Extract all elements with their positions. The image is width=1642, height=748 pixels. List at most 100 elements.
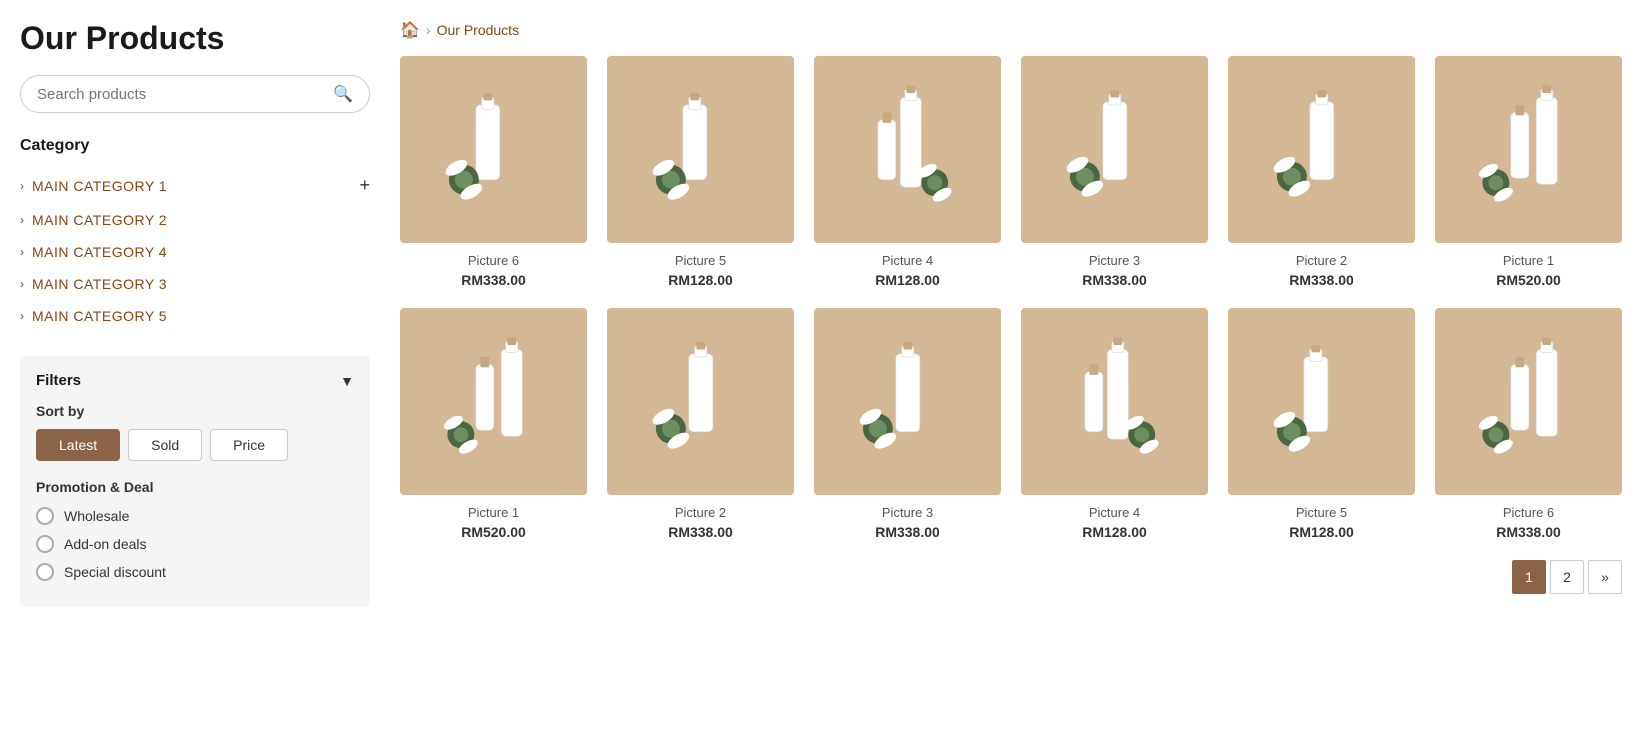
- category-label: MAIN CATEGORY 1: [32, 178, 167, 194]
- product-image-p3: [1021, 56, 1208, 243]
- product-price-p6b: RM338.00: [1435, 524, 1622, 540]
- product-card-p6[interactable]: Picture 6 RM338.00: [400, 56, 587, 288]
- chevron-icon: ›: [20, 213, 24, 227]
- page-1-button[interactable]: 1: [1512, 560, 1546, 594]
- products-grid-row1: Picture 6 RM338.00 Picture 5 RM: [400, 56, 1622, 288]
- main-content: 🏠 › Our Products Picture: [400, 20, 1622, 607]
- product-name-p6: Picture 6: [400, 253, 587, 268]
- breadcrumb-current: Our Products: [437, 22, 519, 38]
- pagination: 1 2 »: [400, 560, 1622, 594]
- plus-icon[interactable]: +: [359, 175, 370, 196]
- product-image-p6b: [1435, 308, 1622, 495]
- product-name-p4b: Picture 4: [1021, 505, 1208, 520]
- sidebar-item-cat4[interactable]: › MAIN CATEGORY 4: [20, 236, 370, 268]
- radio-wholesale[interactable]: [36, 507, 54, 525]
- chevron-icon: ›: [20, 179, 24, 193]
- sort-price-button[interactable]: Price: [210, 429, 288, 461]
- product-name-p3b: Picture 3: [814, 505, 1001, 520]
- product-price-p1: RM520.00: [1435, 272, 1622, 288]
- sidebar-item-cat1[interactable]: › MAIN CATEGORY 1 +: [20, 167, 370, 204]
- radio-special[interactable]: [36, 563, 54, 581]
- product-image-p1: [1435, 56, 1622, 243]
- product-image-p6: [400, 56, 587, 243]
- product-name-p6b: Picture 6: [1435, 505, 1622, 520]
- product-card-p3[interactable]: Picture 3 RM338.00: [1021, 56, 1208, 288]
- product-image-p5: [607, 56, 794, 243]
- product-price-p2b: RM338.00: [607, 524, 794, 540]
- sidebar-item-cat2[interactable]: › MAIN CATEGORY 2: [20, 204, 370, 236]
- product-name-p1: Picture 1: [1435, 253, 1622, 268]
- product-price-p6: RM338.00: [400, 272, 587, 288]
- product-image-p4b: [1021, 308, 1208, 495]
- category-section: Category › MAIN CATEGORY 1 + › MAIN CATE…: [20, 137, 370, 332]
- product-name-p5: Picture 5: [607, 253, 794, 268]
- promo-addon-label: Add-on deals: [64, 536, 147, 552]
- sort-by-label: Sort by: [36, 403, 354, 419]
- filter-icon[interactable]: ▼: [340, 373, 354, 389]
- promo-special[interactable]: Special discount: [36, 563, 354, 581]
- sidebar-item-cat3[interactable]: › MAIN CATEGORY 3: [20, 268, 370, 300]
- product-image-p2: [1228, 56, 1415, 243]
- breadcrumb-separator: ›: [426, 22, 431, 38]
- product-price-p3b: RM338.00: [814, 524, 1001, 540]
- product-name-p4: Picture 4: [814, 253, 1001, 268]
- category-title: Category: [20, 137, 370, 155]
- breadcrumb: 🏠 › Our Products: [400, 20, 1622, 40]
- radio-addon[interactable]: [36, 535, 54, 553]
- product-card-p1b[interactable]: Picture 1 RM520.00: [400, 308, 587, 540]
- product-card-p4[interactable]: Picture 4 RM128.00: [814, 56, 1001, 288]
- page-2-button[interactable]: 2: [1550, 560, 1584, 594]
- product-card-p2[interactable]: Picture 2 RM338.00: [1228, 56, 1415, 288]
- filters-header: Filters ▼: [36, 372, 354, 389]
- product-name-p1b: Picture 1: [400, 505, 587, 520]
- product-image-p1b: [400, 308, 587, 495]
- sidebar: Our Products 🔍 Category › MAIN CATEGORY …: [20, 20, 400, 607]
- product-image-p3b: [814, 308, 1001, 495]
- product-card-p3b[interactable]: Picture 3 RM338.00: [814, 308, 1001, 540]
- page-title: Our Products: [20, 20, 370, 57]
- product-name-p3: Picture 3: [1021, 253, 1208, 268]
- product-name-p2: Picture 2: [1228, 253, 1415, 268]
- product-image-p4: [814, 56, 1001, 243]
- promo-title: Promotion & Deal: [36, 479, 354, 495]
- product-image-p5b: [1228, 308, 1415, 495]
- sort-sold-button[interactable]: Sold: [128, 429, 202, 461]
- promo-special-label: Special discount: [64, 564, 166, 580]
- product-price-p1b: RM520.00: [400, 524, 587, 540]
- category-label: MAIN CATEGORY 2: [32, 212, 167, 228]
- product-price-p4: RM128.00: [814, 272, 1001, 288]
- sort-buttons: Latest Sold Price: [36, 429, 354, 461]
- sidebar-item-cat5[interactable]: › MAIN CATEGORY 5: [20, 300, 370, 332]
- product-price-p2: RM338.00: [1228, 272, 1415, 288]
- product-price-p5: RM128.00: [607, 272, 794, 288]
- product-card-p2b[interactable]: Picture 2 RM338.00: [607, 308, 794, 540]
- product-card-p5b[interactable]: Picture 5 RM128.00: [1228, 308, 1415, 540]
- product-image-p2b: [607, 308, 794, 495]
- promo-wholesale[interactable]: Wholesale: [36, 507, 354, 525]
- search-input[interactable]: [37, 86, 333, 103]
- sort-latest-button[interactable]: Latest: [36, 429, 120, 461]
- product-price-p5b: RM128.00: [1228, 524, 1415, 540]
- product-price-p4b: RM128.00: [1021, 524, 1208, 540]
- search-box[interactable]: 🔍: [20, 75, 370, 113]
- filters-title: Filters: [36, 372, 81, 389]
- products-grid-row2: Picture 1 RM520.00 Picture 2 RM: [400, 308, 1622, 540]
- category-label: MAIN CATEGORY 5: [32, 308, 167, 324]
- filters-section: Filters ▼ Sort by Latest Sold Price Prom…: [20, 356, 370, 607]
- promo-wholesale-label: Wholesale: [64, 508, 129, 524]
- category-label: MAIN CATEGORY 3: [32, 276, 167, 292]
- category-label: MAIN CATEGORY 4: [32, 244, 167, 260]
- search-icon[interactable]: 🔍: [333, 84, 353, 104]
- chevron-icon: ›: [20, 277, 24, 291]
- page-next-button[interactable]: »: [1588, 560, 1622, 594]
- product-name-p5b: Picture 5: [1228, 505, 1415, 520]
- home-icon[interactable]: 🏠: [400, 20, 420, 40]
- product-card-p6b[interactable]: Picture 6 RM338.00: [1435, 308, 1622, 540]
- product-card-p4b[interactable]: Picture 4 RM128.00: [1021, 308, 1208, 540]
- chevron-icon: ›: [20, 245, 24, 259]
- product-name-p2b: Picture 2: [607, 505, 794, 520]
- promo-addon[interactable]: Add-on deals: [36, 535, 354, 553]
- chevron-icon: ›: [20, 309, 24, 323]
- product-card-p5[interactable]: Picture 5 RM128.00: [607, 56, 794, 288]
- product-card-p1[interactable]: Picture 1 RM520.00: [1435, 56, 1622, 288]
